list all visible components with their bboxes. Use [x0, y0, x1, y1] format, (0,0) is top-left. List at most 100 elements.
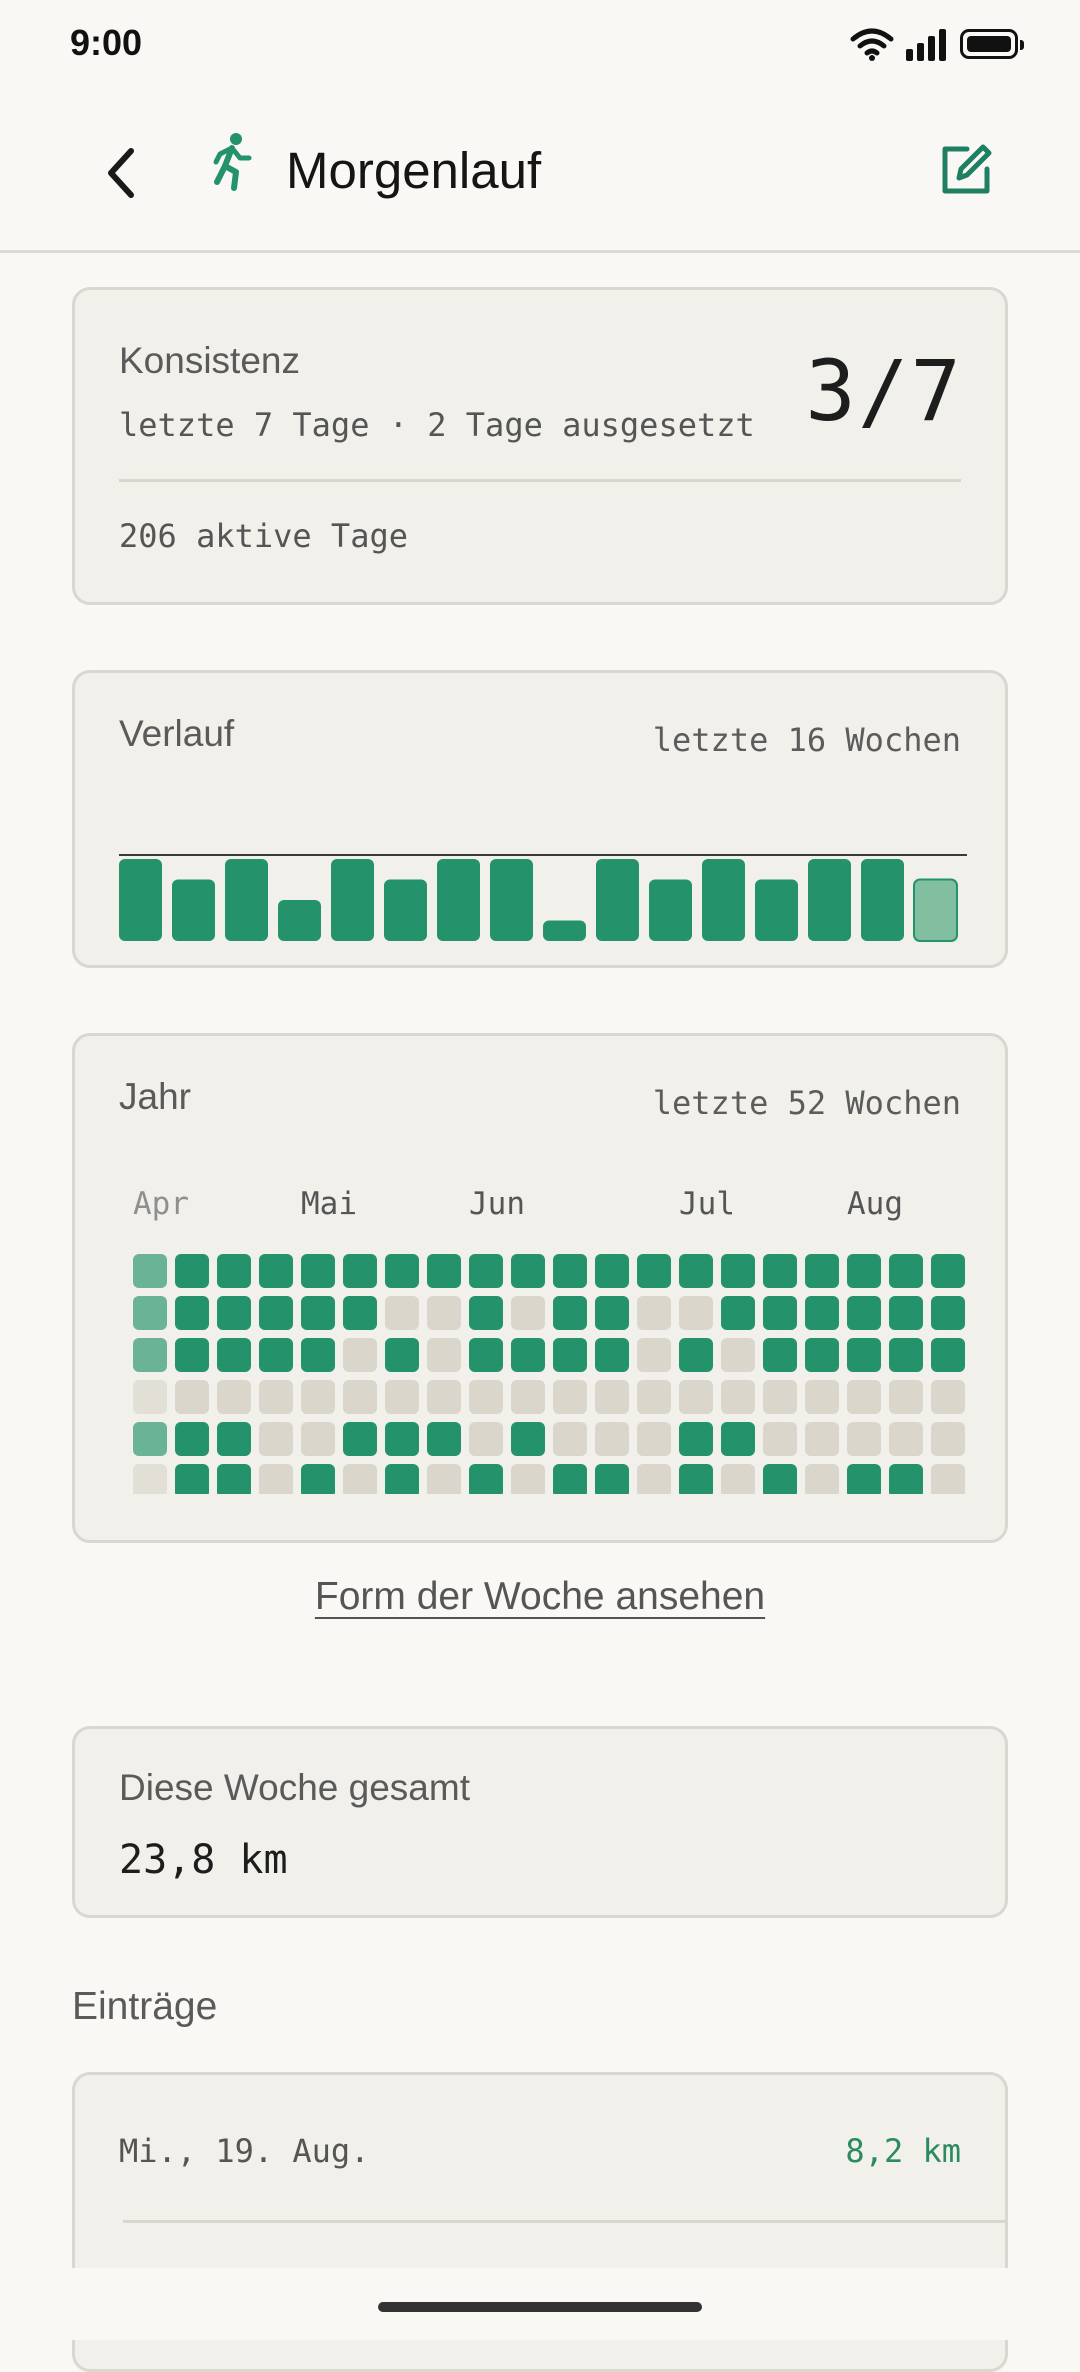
heatmap-cell	[175, 1380, 209, 1414]
heatmap-cell	[679, 1254, 713, 1288]
home-indicator[interactable]	[378, 2302, 702, 2312]
app-header: Morgenlauf	[0, 90, 1080, 253]
heatmap-cell	[343, 1422, 377, 1456]
heatmap-cell	[301, 1380, 335, 1414]
history-range: letzte 16 Wochen	[652, 721, 961, 759]
heatmap-cell	[931, 1296, 965, 1330]
heatmap-cell	[721, 1296, 755, 1330]
heatmap-cell	[385, 1380, 419, 1414]
heatmap-cell	[595, 1254, 629, 1288]
week-total-title: Diese Woche gesamt	[119, 1767, 470, 1808]
heatmap-cell	[301, 1464, 335, 1494]
week-shape-link[interactable]: Form der Woche ansehen	[0, 1575, 1080, 1619]
week-total-value: 23,8 km	[119, 1837, 288, 1883]
heatmap-cell	[175, 1338, 209, 1372]
consistency-title: Konsistenz	[119, 340, 300, 381]
heatmap-cell	[133, 1422, 167, 1456]
heatmap-cell	[847, 1296, 881, 1330]
heatmap-cell	[595, 1380, 629, 1414]
heatmap-cell	[889, 1464, 923, 1494]
heatmap-cell	[805, 1338, 839, 1372]
heatmap-cell	[175, 1464, 209, 1494]
heatmap-cell	[175, 1296, 209, 1330]
entry-date: Mi., 19. Aug.	[119, 2132, 370, 2170]
heatmap-cell	[847, 1380, 881, 1414]
heatmap-cell	[595, 1422, 629, 1456]
week-shape-link-text[interactable]: Form der Woche ansehen	[315, 1575, 765, 1618]
heatmap-cell	[805, 1422, 839, 1456]
heatmap-cell	[763, 1464, 797, 1494]
history-title: Verlauf	[119, 713, 235, 754]
heatmap-cell	[259, 1380, 293, 1414]
heatmap-cell	[301, 1254, 335, 1288]
heatmap-cell	[217, 1296, 251, 1330]
heatmap-cell	[679, 1422, 713, 1456]
history-bar-chart	[119, 854, 967, 942]
heatmap-cell	[553, 1422, 587, 1456]
heatmap-cell	[385, 1296, 419, 1330]
month-label: Apr	[133, 1186, 189, 1222]
wifi-icon	[850, 28, 894, 61]
status-bar: 9:00	[0, 0, 1080, 90]
signal-icon	[906, 29, 946, 61]
status-icons	[850, 22, 1024, 66]
heatmap-cell	[805, 1254, 839, 1288]
week-total-card: Diese Woche gesamt 23,8 km	[72, 1726, 1008, 1918]
battery-icon	[960, 29, 1024, 59]
heatmap-cell	[301, 1422, 335, 1456]
entry-distance: 8,2 km	[845, 2132, 961, 2170]
history-bar	[649, 879, 692, 941]
heatmap-cell	[679, 1338, 713, 1372]
runner-icon	[213, 133, 252, 191]
heatmap-cell	[805, 1380, 839, 1414]
heatmap-cell	[469, 1380, 503, 1414]
heatmap-cell	[889, 1422, 923, 1456]
heatmap-cell	[217, 1422, 251, 1456]
history-bar	[172, 879, 215, 941]
edit-button[interactable]	[926, 128, 1006, 212]
history-bar	[702, 859, 745, 941]
heatmap-cell	[805, 1464, 839, 1494]
heatmap-cell	[511, 1380, 545, 1414]
page-title: Morgenlauf	[286, 142, 542, 199]
heatmap-cell	[259, 1254, 293, 1288]
history-bar	[119, 859, 162, 941]
heatmap-cell	[721, 1380, 755, 1414]
heatmap-cell	[343, 1338, 377, 1372]
divider	[119, 479, 961, 482]
heatmap-cell	[469, 1296, 503, 1330]
heatmap-cell	[637, 1422, 671, 1456]
history-bar	[384, 879, 427, 941]
heatmap-cell	[385, 1464, 419, 1494]
history-bar	[543, 920, 586, 941]
heatmap-cell	[721, 1464, 755, 1494]
heatmap-cell	[427, 1338, 461, 1372]
heatmap-cell	[469, 1422, 503, 1456]
heatmap-cell	[511, 1422, 545, 1456]
heatmap-cell	[889, 1254, 923, 1288]
heatmap-cell	[553, 1296, 587, 1330]
month-label: Aug	[847, 1186, 903, 1222]
heatmap-cell	[679, 1464, 713, 1494]
heatmap-cell	[805, 1296, 839, 1330]
heatmap-cell	[427, 1296, 461, 1330]
heatmap-cell	[385, 1422, 419, 1456]
heatmap-cell	[721, 1422, 755, 1456]
month-label: Jul	[679, 1186, 735, 1222]
heatmap-cell	[931, 1422, 965, 1456]
heatmap-cell	[889, 1338, 923, 1372]
heatmap-cell	[847, 1338, 881, 1372]
heatmap-cell	[637, 1254, 671, 1288]
history-card: Verlauf letzte 16 Wochen	[72, 670, 1008, 968]
active-days: 206 aktive Tage	[119, 517, 408, 555]
heatmap-cell	[343, 1254, 377, 1288]
history-bar-current	[913, 878, 958, 942]
history-bar	[437, 859, 480, 941]
heatmap-cell	[175, 1254, 209, 1288]
back-button[interactable]	[86, 128, 156, 218]
heatmap-cell	[259, 1422, 293, 1456]
heatmap-cell	[301, 1338, 335, 1372]
heatmap-cell	[763, 1254, 797, 1288]
heatmap-cell	[511, 1338, 545, 1372]
heatmap-cell	[763, 1380, 797, 1414]
